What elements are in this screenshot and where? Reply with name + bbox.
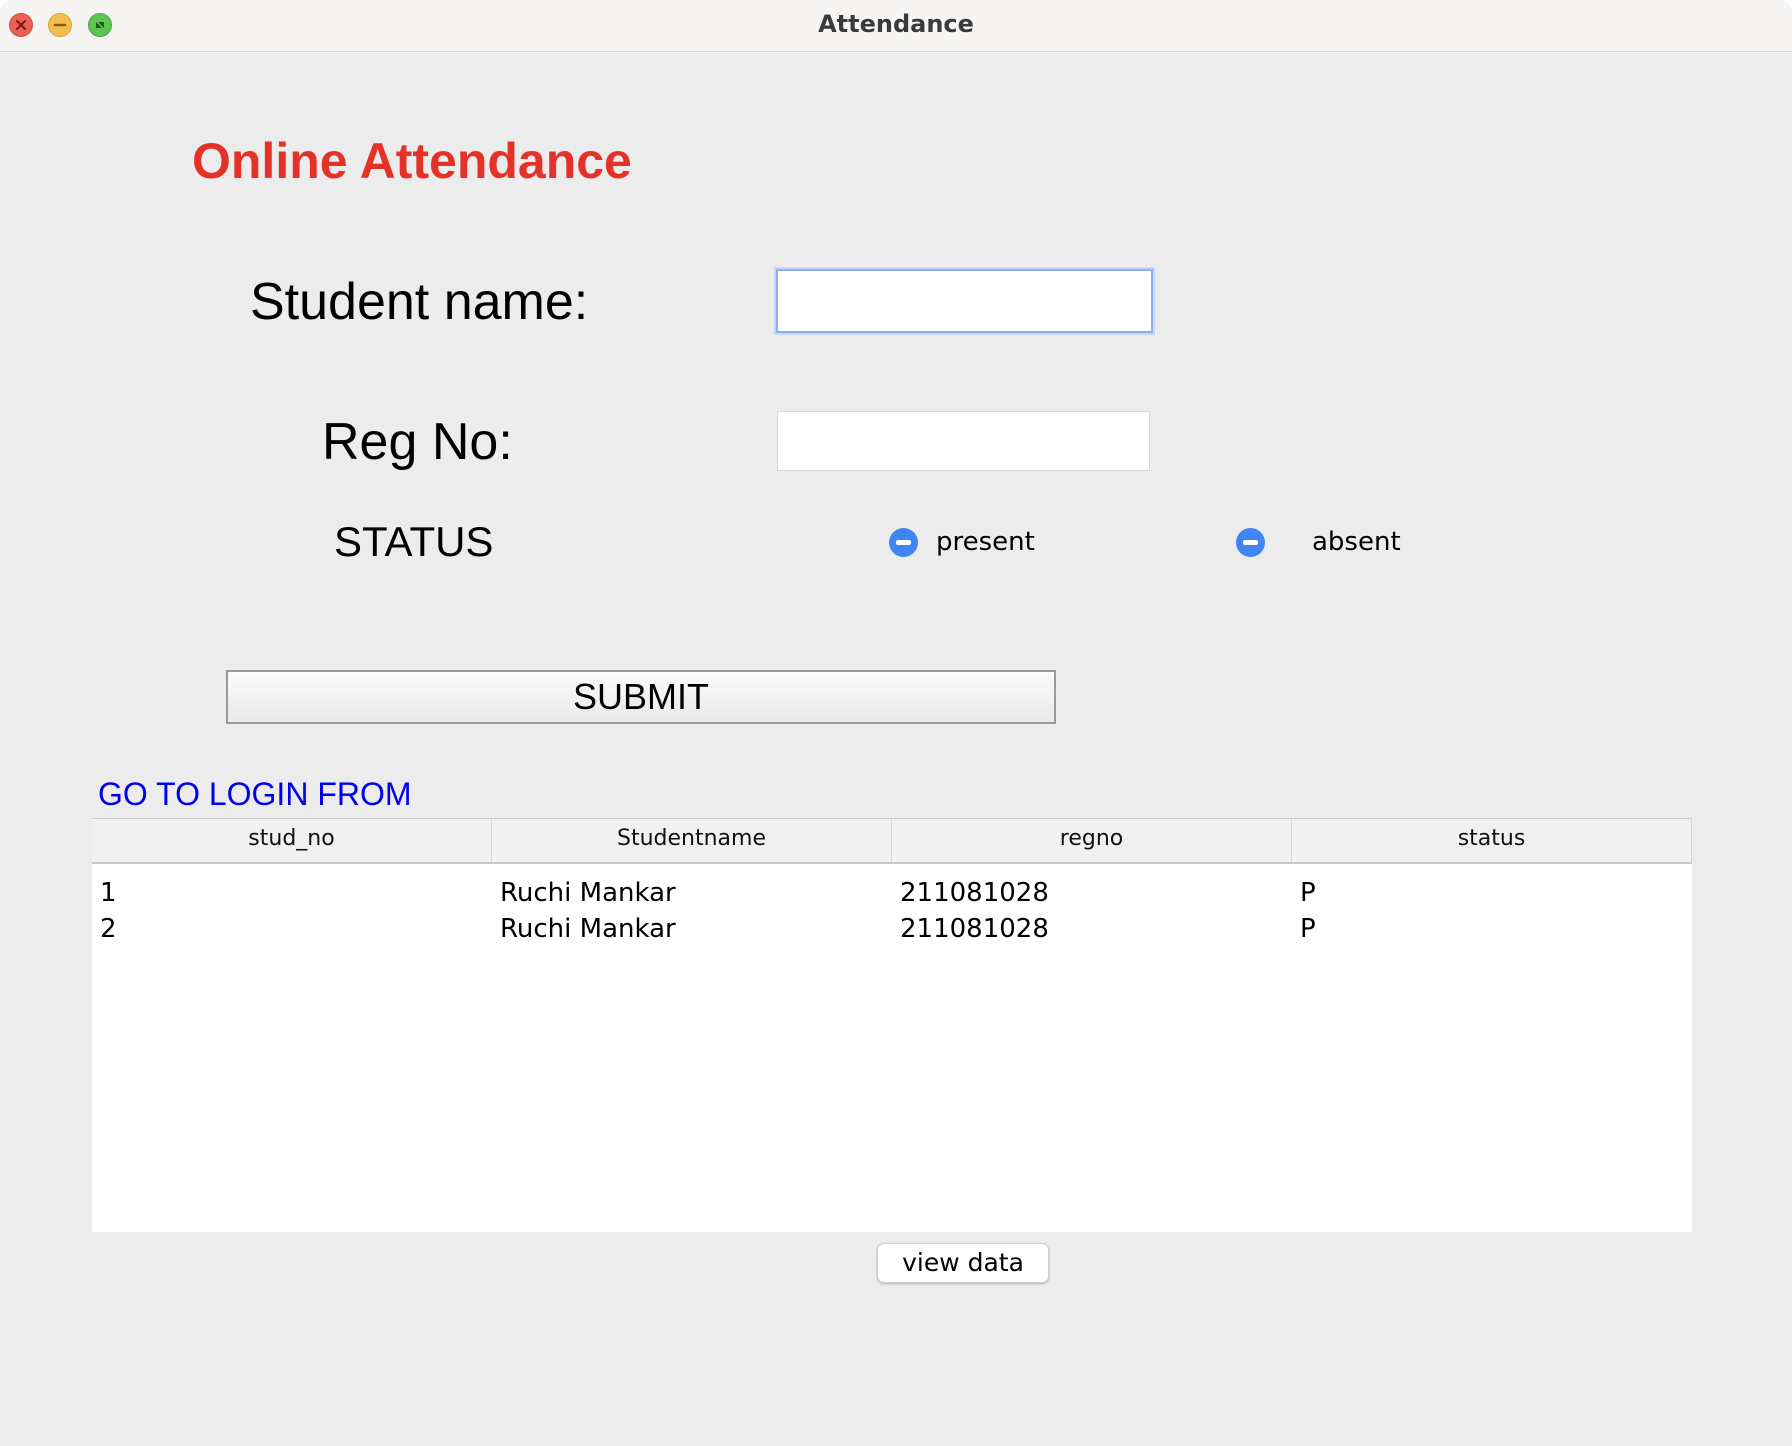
cell-studentname: Ruchi Mankar bbox=[500, 914, 676, 944]
cell-regno: 211081028 bbox=[900, 878, 1049, 908]
student-name-label: Student name: bbox=[250, 273, 589, 331]
column-header-regno[interactable]: regno bbox=[892, 819, 1292, 862]
column-header-studentname[interactable]: Studentname bbox=[492, 819, 892, 862]
cell-status: P bbox=[1300, 914, 1316, 944]
absent-radio[interactable] bbox=[1236, 528, 1265, 557]
table-row[interactable]: 2 Ruchi Mankar 211081028 P bbox=[92, 911, 1692, 947]
cell-stud-no: 2 bbox=[100, 914, 117, 944]
table-header: stud_no Studentname regno status bbox=[92, 819, 1692, 864]
app-heading: Online Attendance bbox=[192, 133, 632, 189]
view-data-button[interactable]: view data bbox=[877, 1243, 1049, 1283]
title-bar: Attendance bbox=[0, 0, 1792, 52]
present-radio[interactable] bbox=[889, 528, 918, 557]
cell-stud-no: 1 bbox=[100, 878, 117, 908]
window-title: Attendance bbox=[818, 10, 974, 38]
submit-button[interactable]: SUBMIT bbox=[226, 670, 1056, 724]
attendance-table[interactable]: stud_no Studentname regno status 1 Ruchi… bbox=[92, 818, 1692, 1232]
reg-no-input[interactable] bbox=[777, 411, 1150, 471]
cell-status: P bbox=[1300, 878, 1316, 908]
column-header-stud-no[interactable]: stud_no bbox=[92, 819, 492, 862]
absent-radio-label[interactable]: absent bbox=[1312, 527, 1401, 557]
attendance-window: Attendance Online Attendance Student nam… bbox=[0, 0, 1792, 1446]
cell-regno: 211081028 bbox=[900, 914, 1049, 944]
present-radio-label[interactable]: present bbox=[936, 527, 1035, 557]
cell-studentname: Ruchi Mankar bbox=[500, 878, 676, 908]
status-label: STATUS bbox=[334, 518, 494, 565]
student-name-input[interactable] bbox=[776, 269, 1153, 333]
column-header-status[interactable]: status bbox=[1292, 819, 1692, 862]
go-to-login-link[interactable]: GO TO LOGIN FROM bbox=[98, 776, 412, 813]
reg-no-label: Reg No: bbox=[322, 413, 513, 471]
table-row[interactable]: 1 Ruchi Mankar 211081028 P bbox=[92, 875, 1692, 911]
